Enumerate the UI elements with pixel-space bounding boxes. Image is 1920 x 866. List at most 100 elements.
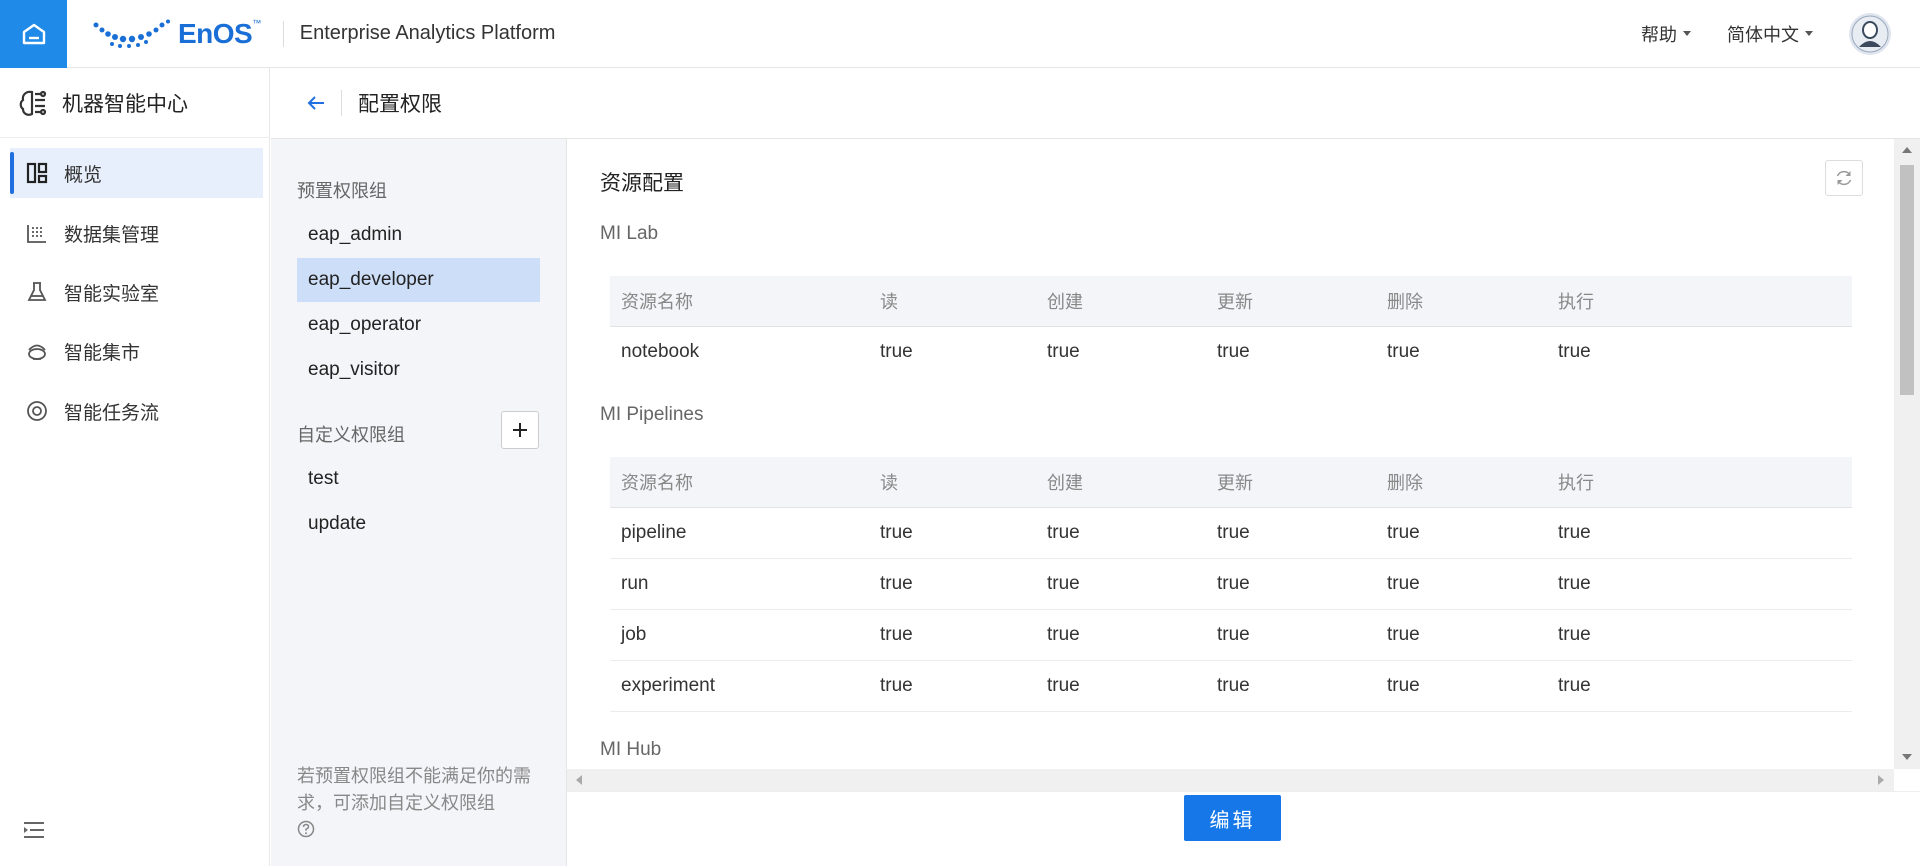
language-menu[interactable]: 简体中文: [1727, 21, 1813, 47]
resource-name: run: [610, 558, 880, 610]
platform-name: Enterprise Analytics Platform: [299, 22, 556, 44]
column-header-delete: 删除: [1387, 457, 1558, 508]
column-header-update: 更新: [1217, 457, 1387, 508]
resource-name: notebook: [621, 340, 700, 362]
table-header-row: 资源名称 读 创建 更新 删除 执行: [610, 457, 1852, 508]
sidebar-item-market[interactable]: 智能集市: [10, 326, 263, 376]
table-header-row: 资源名称 读 创建 更新 删除 执行: [610, 276, 1852, 327]
horizontal-scrollbar[interactable]: [567, 769, 1894, 791]
sidebar-item-lab[interactable]: 智能实验室: [10, 267, 263, 317]
resource-name: experiment: [610, 660, 880, 712]
scrollbar-thumb[interactable]: [1900, 165, 1914, 395]
column-header-name: 资源名称: [610, 457, 880, 508]
perm-execute: true: [1558, 340, 1591, 362]
workflow-icon: [27, 401, 47, 421]
column-header-update: 更新: [1217, 276, 1387, 327]
sidebar-item-workflow[interactable]: 智能任务流: [10, 386, 263, 436]
custom-groups-title: 自定义权限组: [297, 425, 405, 445]
back-button[interactable]: [307, 95, 325, 111]
question-circle-icon: [297, 820, 315, 838]
scroll-down-icon[interactable]: [1902, 754, 1912, 760]
perm-update: true: [1217, 558, 1387, 610]
dashboard-icon: [26, 162, 48, 184]
perm-update: true: [1217, 609, 1387, 661]
group-item-eap-admin[interactable]: eap_admin: [297, 213, 540, 257]
mi-pipelines-table: 资源名称 读 创建 更新 删除 执行 pipeline true true tr…: [610, 457, 1852, 712]
sidebar-item-label: 智能实验室: [64, 283, 160, 305]
perm-read: true: [880, 340, 913, 362]
refresh-button[interactable]: [1825, 160, 1863, 196]
arrow-left-icon: [307, 96, 324, 110]
column-header-execute: 执行: [1558, 457, 1852, 508]
sidebar-item-datasets[interactable]: 数据集管理: [10, 208, 263, 258]
perm-create: true: [1047, 507, 1217, 559]
resource-config-panel: 资源配置 MI Lab 资源名称 读 创建 更新 删除 执行 notebook …: [567, 139, 1920, 866]
header-divider: [341, 90, 342, 116]
brain-icon: [19, 90, 47, 116]
permission-groups-panel: 预置权限组 eap_admin eap_developer eap_operat…: [271, 139, 567, 866]
group-item-test[interactable]: test: [297, 457, 540, 501]
scroll-up-icon[interactable]: [1902, 147, 1912, 153]
table-row: experiment true true true true true: [610, 660, 1852, 712]
user-avatar[interactable]: [1849, 12, 1891, 55]
help-label: 帮助: [1641, 24, 1677, 45]
refresh-icon: [1836, 170, 1852, 186]
logo-dots-icon: [93, 19, 170, 48]
resource-name: pipeline: [610, 507, 880, 559]
perm-delete: true: [1387, 609, 1558, 661]
perm-create: true: [1047, 609, 1217, 661]
language-label: 简体中文: [1727, 24, 1799, 45]
question-icon[interactable]: [297, 820, 315, 843]
perm-read: true: [880, 558, 1047, 610]
perm-execute: true: [1558, 609, 1852, 661]
column-header-delete: 删除: [1387, 276, 1558, 327]
home-icon: [22, 23, 45, 44]
resource-scroll-area[interactable]: 资源配置 MI Lab 资源名称 读 创建 更新 删除 执行 notebook …: [567, 139, 1894, 769]
plus-icon: [513, 423, 527, 437]
sidebar-header: 机器智能中心: [0, 68, 269, 138]
page-header: 配置权限: [271, 68, 1920, 139]
table-row: pipeline true true true true true: [610, 507, 1852, 559]
column-header-name: 资源名称: [610, 276, 880, 327]
flask-icon: [27, 282, 47, 301]
perm-update: true: [1217, 340, 1250, 362]
perm-create: true: [1047, 340, 1080, 362]
perm-execute: true: [1558, 558, 1852, 610]
home-button[interactable]: [0, 0, 67, 68]
group-item-eap-visitor[interactable]: eap_visitor: [297, 348, 540, 392]
vertical-scrollbar[interactable]: [1894, 139, 1920, 769]
perm-delete: true: [1387, 558, 1558, 610]
logo-text: EnOS™: [178, 17, 261, 49]
caret-down-icon: [1683, 31, 1691, 36]
sidebar-item-overview[interactable]: 概览: [10, 148, 263, 198]
collapse-sidebar-button[interactable]: [22, 820, 46, 845]
group-item-update[interactable]: update: [297, 502, 540, 546]
enos-logo[interactable]: EnOS™: [92, 18, 261, 50]
sidebar-title: 机器智能中心: [62, 92, 188, 116]
perm-read: true: [880, 609, 1047, 661]
top-bar: EnOS™ Enterprise Analytics Platform 帮助 简…: [0, 0, 1920, 68]
group-item-eap-operator[interactable]: eap_operator: [297, 303, 540, 347]
column-header-create: 创建: [1047, 276, 1217, 327]
perm-create: true: [1047, 660, 1217, 712]
caret-down-icon: [1805, 31, 1813, 36]
perm-delete: true: [1387, 340, 1420, 362]
user-icon: [1851, 15, 1889, 52]
perm-execute: true: [1558, 507, 1852, 559]
add-custom-group-button[interactable]: [501, 411, 539, 449]
column-header-create: 创建: [1047, 457, 1217, 508]
column-header-execute: 执行: [1558, 276, 1852, 327]
scroll-right-icon[interactable]: [1878, 775, 1884, 785]
sidebar-item-label: 智能任务流: [64, 402, 160, 424]
market-icon: [28, 344, 46, 360]
perm-read: true: [880, 507, 1047, 559]
mi-lab-table: 资源名称 读 创建 更新 删除 执行 notebook true true tr…: [610, 276, 1852, 377]
perm-delete: true: [1387, 507, 1558, 559]
edit-button[interactable]: 编辑: [1184, 795, 1281, 841]
group-item-eap-developer[interactable]: eap_developer: [297, 258, 540, 302]
custom-group-hint: 若预置权限组不能满足你的需求，可添加自定义权限组: [297, 766, 531, 813]
table-row: notebook true true true true true: [610, 326, 1852, 377]
help-menu[interactable]: 帮助: [1641, 21, 1691, 47]
column-header-read: 读: [880, 276, 1047, 327]
scroll-left-icon[interactable]: [576, 775, 582, 785]
